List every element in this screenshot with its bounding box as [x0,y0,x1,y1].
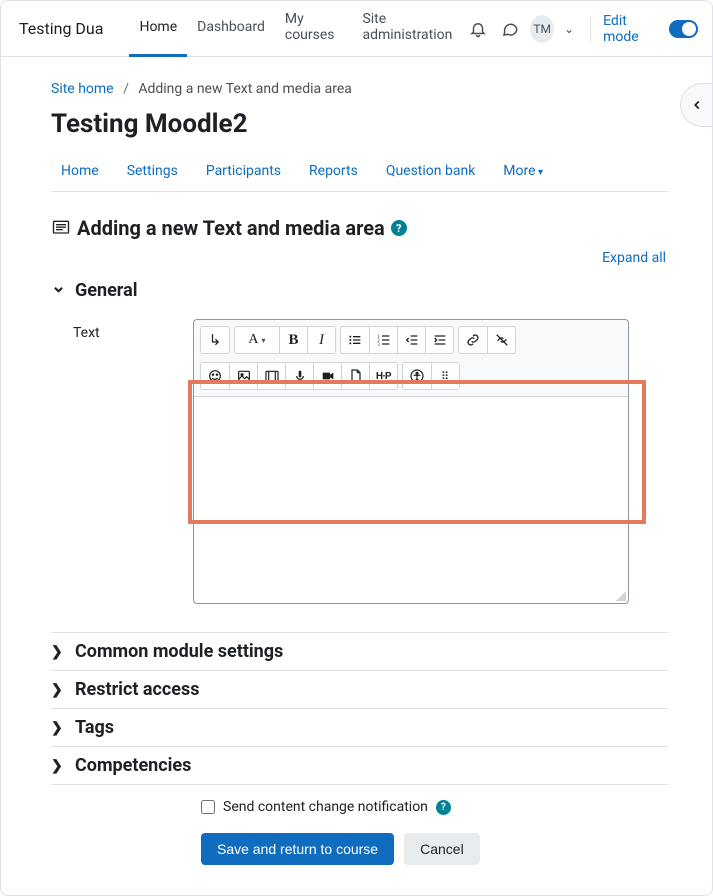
chevron-right-icon [51,758,65,774]
chevron-right-icon [51,682,65,698]
cancel-button[interactable]: Cancel [404,833,480,865]
secnav-question-bank[interactable]: Question bank [386,163,475,179]
breadcrumb: Site home / Adding a new Text and media … [51,81,668,97]
edit-mode-label: Edit mode [603,13,657,45]
tb-manage-files[interactable] [341,363,369,389]
tb-screenreader-helper[interactable]: ⠿ [431,363,459,389]
notification-checkbox[interactable] [201,800,215,814]
secnav-more[interactable]: More [503,163,543,179]
secondary-nav: Home Settings Participants Reports Quest… [51,157,668,192]
tb-link[interactable] [459,327,487,353]
tb-bold[interactable]: B [279,327,307,353]
nav-my-courses[interactable]: My courses [275,1,353,57]
secnav-reports[interactable]: Reports [309,163,358,179]
nav-dashboard[interactable]: Dashboard [187,1,275,57]
tb-media[interactable] [257,363,285,389]
field-text-label: Text [73,319,193,604]
secnav-participants[interactable]: Participants [206,163,281,179]
expand-all-link[interactable]: Expand all [602,250,666,266]
tb-bullet-list[interactable] [341,327,369,353]
user-menu-toggle[interactable]: ⌄ [562,22,576,36]
section-tags-label: Tags [75,717,114,738]
help-icon[interactable]: ? [436,800,451,815]
section-general-label: General [75,280,138,301]
primary-nav: Home Dashboard My courses Site administr… [129,1,466,57]
avatar[interactable]: TM [530,15,554,43]
tb-toggle-toolbar[interactable]: ↳ [201,327,229,353]
save-button[interactable]: Save and return to course [201,833,394,865]
chevron-right-icon [51,644,65,660]
editor-toolbar: ↳ A B I 123 [194,320,628,397]
section-common-toggle[interactable]: Common module settings [51,633,668,670]
editor-content-area[interactable] [194,397,628,603]
tb-record-audio[interactable] [285,363,313,389]
messages-icon[interactable] [498,15,522,43]
breadcrumb-site-home[interactable]: Site home [51,81,114,97]
tb-unlink[interactable] [487,327,515,353]
tb-emoji[interactable] [201,363,229,389]
breadcrumb-current: Adding a new Text and media area [138,81,352,97]
secnav-settings[interactable]: Settings [127,163,178,179]
tb-image[interactable] [229,363,257,389]
resize-handle[interactable] [614,589,626,601]
tb-indent[interactable] [425,327,453,353]
tb-paragraph-style[interactable]: A [235,327,279,353]
form-heading-text: Adding a new Text and media area [77,216,385,240]
tb-h5p[interactable]: H∙P [369,363,397,389]
section-tags-toggle[interactable]: Tags [51,709,668,746]
notifications-icon[interactable] [466,15,490,43]
divider [590,16,591,42]
breadcrumb-sep: / [123,81,129,97]
tb-outdent[interactable] [397,327,425,353]
section-common-label: Common module settings [75,641,283,662]
section-general-toggle[interactable]: General [51,272,668,309]
secnav-home[interactable]: Home [61,163,99,179]
svg-text:3: 3 [377,343,380,348]
notification-label: Send content change notification [223,799,428,815]
tb-italic[interactable]: I [307,327,335,353]
nav-site-admin[interactable]: Site administration [352,1,466,57]
section-competencies-label: Competencies [75,755,191,776]
tb-record-video[interactable] [313,363,341,389]
chevron-right-icon [51,720,65,736]
nav-home[interactable]: Home [129,1,187,57]
chevron-down-icon [51,280,65,301]
section-restrict-label: Restrict access [75,679,200,700]
section-competencies-toggle[interactable]: Competencies [51,747,668,784]
tb-numbered-list[interactable]: 123 [369,327,397,353]
text-editor: ↳ A B I 123 [193,319,629,604]
site-brand[interactable]: Testing Dua [19,19,103,38]
section-restrict-toggle[interactable]: Restrict access [51,671,668,708]
help-icon[interactable]: ? [391,220,407,236]
activity-icon [51,218,71,238]
tb-accessibility-checker[interactable] [403,363,431,389]
edit-mode-toggle[interactable] [669,20,698,38]
page-title: Testing Moodle2 [51,109,668,139]
